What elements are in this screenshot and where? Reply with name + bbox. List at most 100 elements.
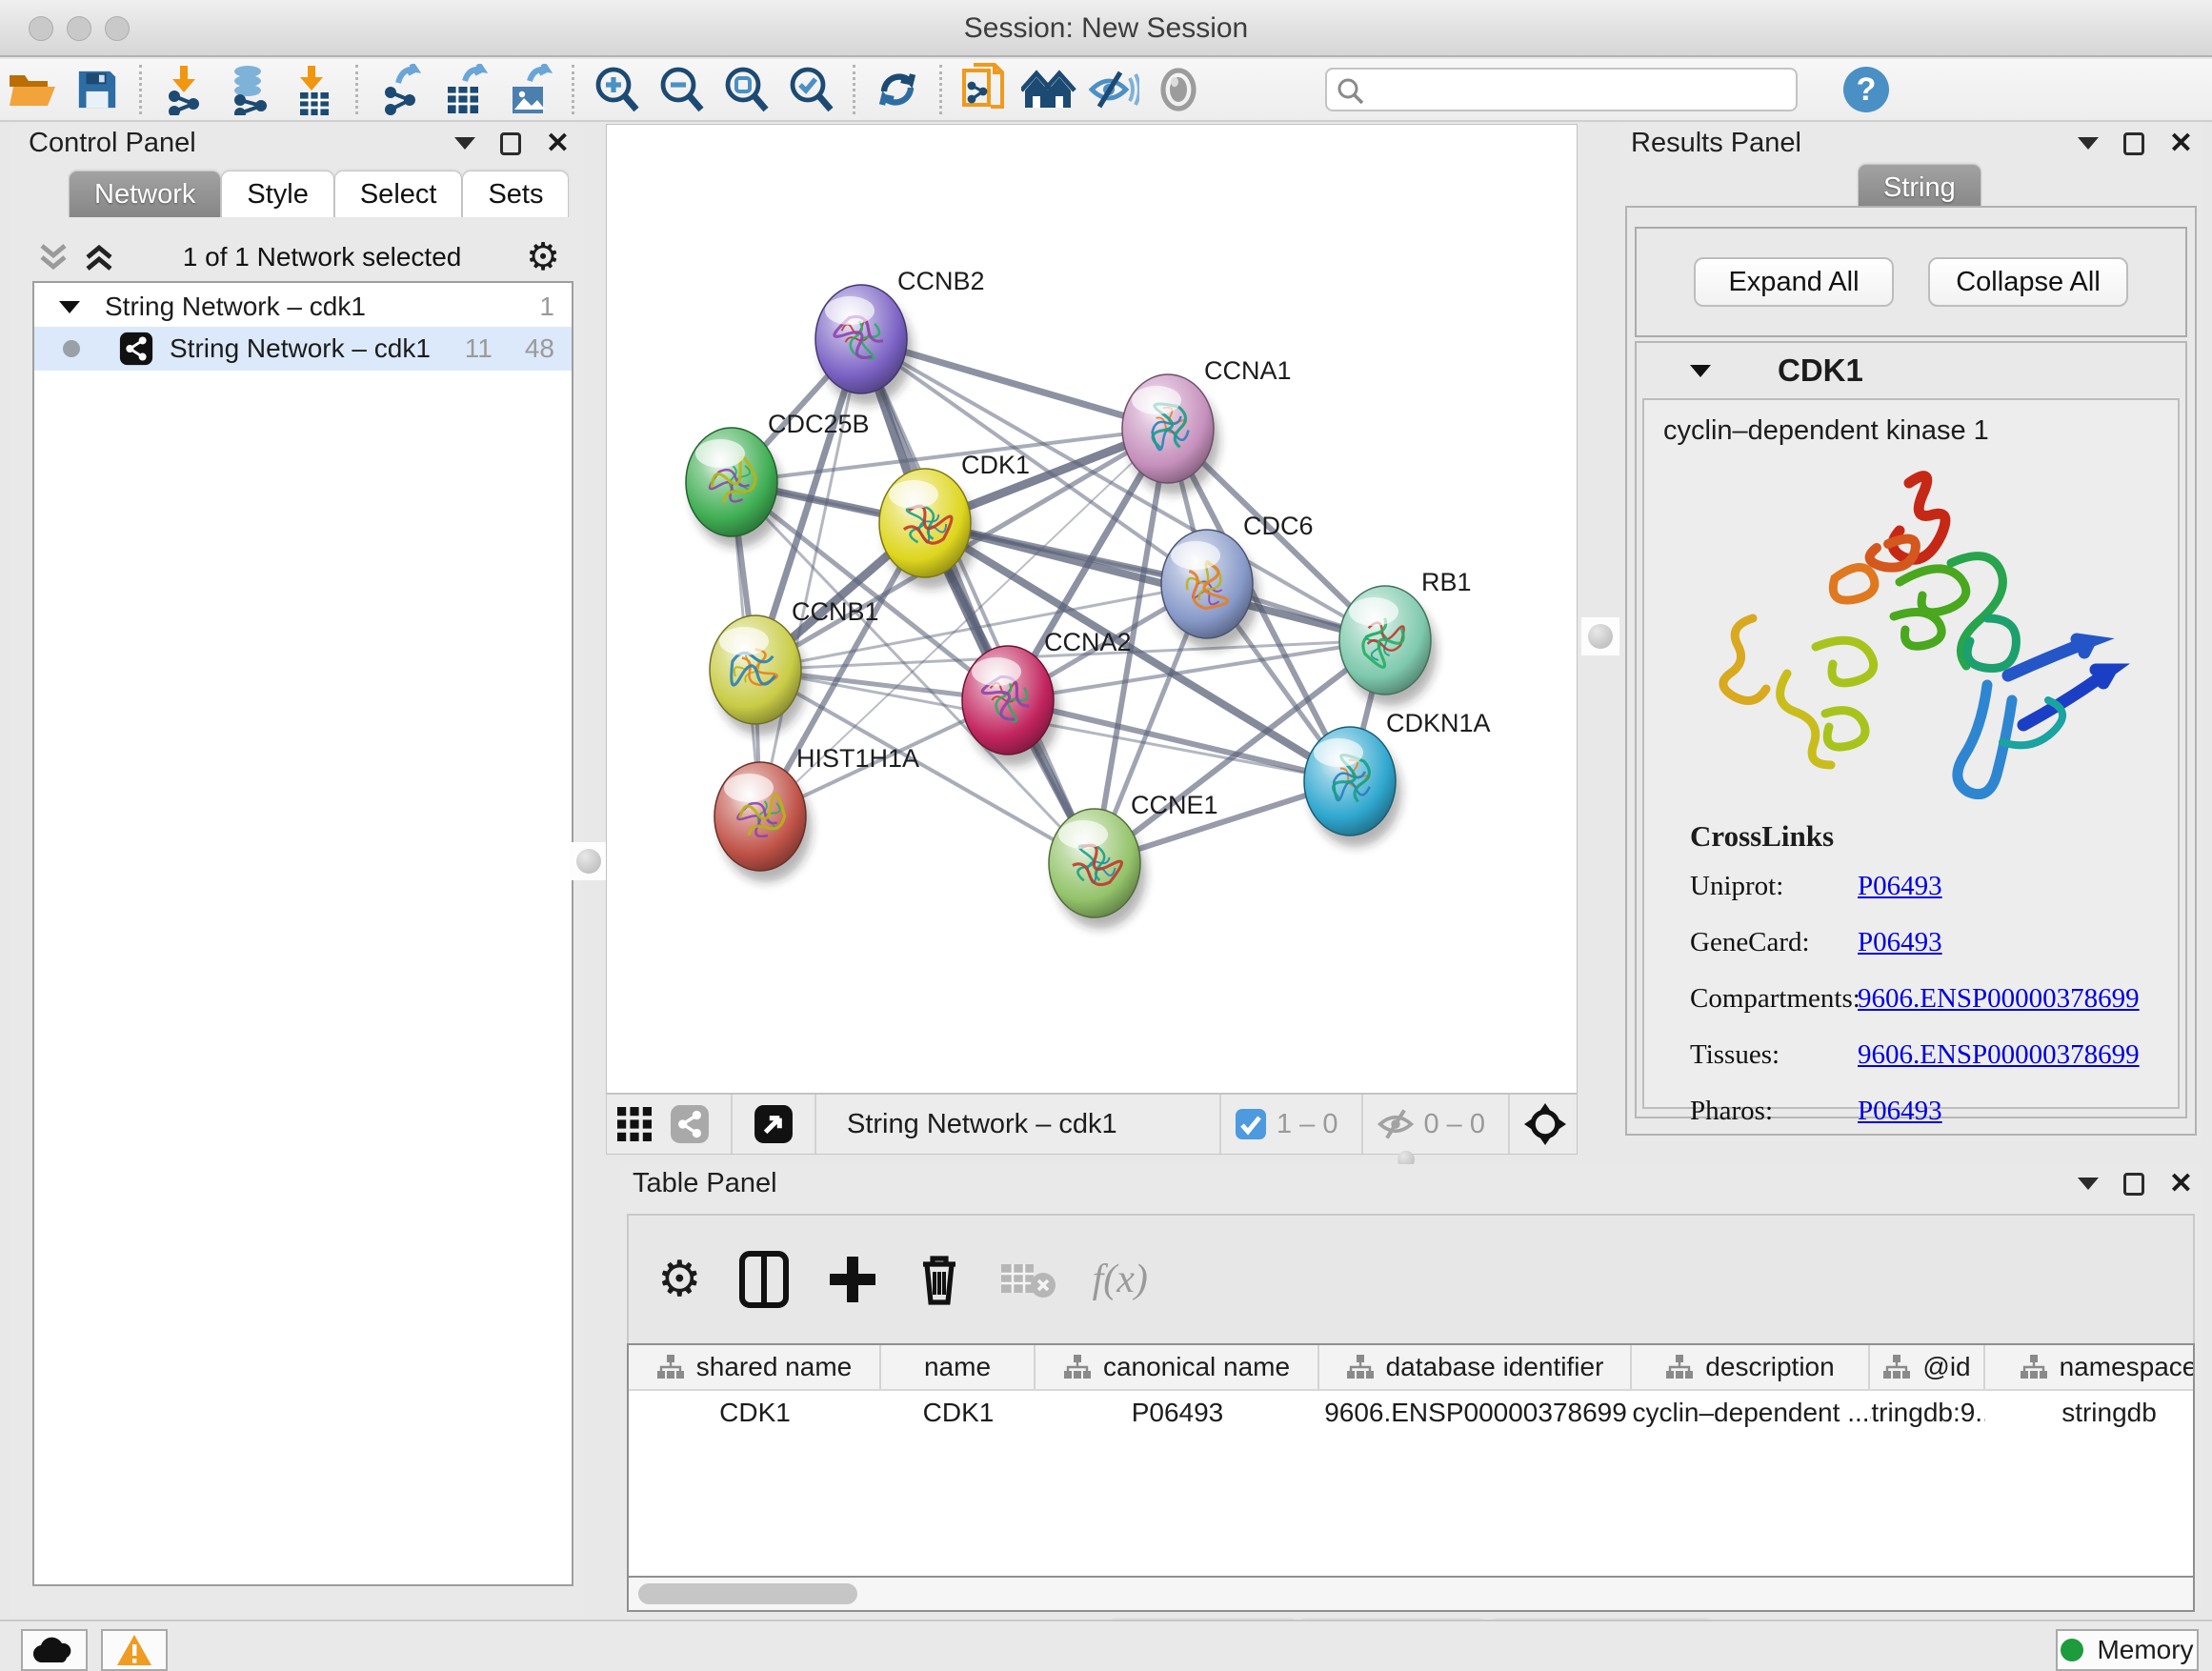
birdseye-view-button[interactable]: [746, 1096, 801, 1153]
save-session-button[interactable]: [65, 61, 130, 118]
selected-checkbox-icon[interactable]: [1235, 1108, 1267, 1140]
crosslink-link[interactable]: P06493: [1858, 871, 1942, 902]
tab-network[interactable]: Network: [69, 171, 221, 217]
column-header-description[interactable]: description: [1632, 1345, 1870, 1389]
tab-sets[interactable]: Sets: [462, 171, 569, 217]
column-header-@id[interactable]: @id: [1870, 1345, 1985, 1389]
float-panel-icon[interactable]: [2123, 1173, 2144, 1196]
node-CDKN1A[interactable]: CDKN1A: [1304, 709, 1491, 847]
network-view-mode-button[interactable]: [662, 1096, 717, 1153]
import-table-from-file-button[interactable]: [281, 61, 346, 118]
table-header-row: shared namenamecanonical namedatabase id…: [629, 1345, 2193, 1391]
expand-all-icon[interactable]: [80, 240, 118, 274]
node-table[interactable]: shared namenamecanonical namedatabase id…: [627, 1343, 2195, 1578]
hidden-eye-icon[interactable]: [1377, 1108, 1415, 1140]
left-splitter-handle[interactable]: [570, 842, 608, 880]
highlight-neighbors-button[interactable]: [1146, 61, 1211, 118]
export-image-button[interactable]: [497, 61, 562, 118]
node-HIST1H1A[interactable]: HIST1H1A: [714, 744, 919, 882]
crosslink-link[interactable]: 9606.ENSP00000378699: [1858, 983, 2140, 1015]
table-cell[interactable]: stringdb:9...: [1870, 1391, 1985, 1435]
table-cell[interactable]: 9606.ENSP00000378699: [1319, 1391, 1632, 1435]
zoom-fit-content-button[interactable]: [714, 61, 778, 118]
panel-menu-icon[interactable]: [2078, 137, 2099, 150]
tab-string[interactable]: String: [1858, 164, 1981, 211]
close-panel-icon[interactable]: ✕: [2169, 1170, 2193, 1198]
gene-collapse-icon[interactable]: [1690, 365, 1711, 377]
export-network-button[interactable]: [368, 61, 432, 118]
node-CCNE1[interactable]: CCNE1: [1049, 791, 1218, 929]
crosslink-row: GeneCard:P06493: [1690, 927, 2140, 958]
network-view-title: String Network – cdk1: [847, 1109, 1206, 1140]
network-canvas[interactable]: CCNB2CCNA1CDC25BCDK1CDC6RB1CCNB1CCNA2CDK…: [606, 124, 1578, 1094]
help-icon: ?: [1840, 64, 1892, 115]
cloud-status-button[interactable]: [21, 1629, 88, 1671]
column-header-shared-name[interactable]: shared name: [629, 1345, 881, 1389]
node-CCNA1[interactable]: CCNA1: [1122, 356, 1292, 494]
search-input[interactable]: [1325, 68, 1798, 111]
import-network-from-file-button[interactable]: [151, 61, 216, 118]
open-session-button[interactable]: [0, 61, 65, 118]
collection-expand-icon[interactable]: [59, 301, 80, 313]
node-CDK1[interactable]: CDK1: [879, 451, 1030, 589]
zoom-out-button[interactable]: [649, 61, 714, 118]
show-hide-graphics-details-button[interactable]: [1081, 61, 1146, 118]
help-button[interactable]: ?: [1834, 61, 1899, 118]
show-starter-panel-button[interactable]: [1016, 61, 1081, 118]
grid-view-button[interactable]: [607, 1096, 662, 1153]
network-options-gear-icon[interactable]: ⚙: [526, 238, 560, 276]
table-options-gear-icon[interactable]: ⚙: [657, 1255, 702, 1304]
close-panel-icon[interactable]: ✕: [2169, 130, 2193, 158]
apply-preferred-layout-button[interactable]: [865, 61, 930, 118]
network-collection-row[interactable]: String Network – cdk1 1: [34, 283, 572, 327]
add-column-icon[interactable]: [826, 1253, 879, 1306]
export-table-button[interactable]: [432, 61, 497, 118]
column-header-canonical-name[interactable]: canonical name: [1036, 1345, 1319, 1389]
panel-menu-icon[interactable]: [454, 137, 475, 150]
clone-network-button[interactable]: [952, 61, 1016, 118]
node-RB1[interactable]: RB1: [1339, 568, 1472, 706]
float-panel-icon[interactable]: [500, 132, 521, 155]
float-panel-icon[interactable]: [2123, 132, 2144, 155]
node-CDC25B[interactable]: CDC25B: [686, 410, 870, 548]
delete-column-icon[interactable]: [915, 1251, 963, 1308]
show-columns-icon[interactable]: [738, 1250, 790, 1309]
node-CCNB2[interactable]: CCNB2: [815, 267, 985, 405]
node-CDC6[interactable]: CDC6: [1161, 512, 1314, 650]
network-tree: String Network – cdk1 1 String Network –…: [32, 281, 573, 1586]
zoom-selected-button[interactable]: [778, 61, 843, 118]
table-data-row[interactable]: CDK1CDK1P064939606.ENSP00000378699cyclin…: [629, 1391, 2193, 1435]
table-cell[interactable]: CDK1: [629, 1391, 881, 1435]
memory-button[interactable]: Memory: [2056, 1629, 2199, 1671]
column-header-name[interactable]: name: [881, 1345, 1036, 1389]
import-network-from-database-button[interactable]: [216, 61, 281, 118]
copy-network-document-icon: [960, 63, 1008, 116]
table-cell[interactable]: cyclin–dependent ...: [1632, 1391, 1870, 1435]
collapse-all-button[interactable]: Collapse All: [1928, 257, 2128, 307]
zoom-in-button[interactable]: [584, 61, 649, 118]
table-cell[interactable]: stringdb: [1985, 1391, 2195, 1435]
expand-all-button[interactable]: Expand All: [1694, 257, 1894, 307]
save-floppy-icon: [75, 68, 119, 111]
panel-menu-icon[interactable]: [2078, 1178, 2099, 1190]
crosslink-link[interactable]: 9606.ENSP00000378699: [1858, 1039, 2140, 1071]
navigate-crosshair-icon[interactable]: [1523, 1102, 1567, 1146]
gene-details: cyclin–dependent kinase 1: [1642, 398, 2180, 1109]
tab-select[interactable]: Select: [334, 171, 463, 217]
crosslink-link[interactable]: P06493: [1858, 1096, 1942, 1127]
table-cell[interactable]: CDK1: [881, 1391, 1036, 1435]
crosslink-link[interactable]: P06493: [1858, 927, 1942, 958]
warnings-button[interactable]: [101, 1629, 168, 1671]
network-row[interactable]: String Network – cdk1 11 48: [34, 327, 572, 371]
edge-CDK1-RB1[interactable]: [925, 523, 1385, 640]
column-header-namespace[interactable]: namespace: [1985, 1345, 2195, 1389]
string-network-icon: [118, 331, 154, 367]
column-header-database-identifier[interactable]: database identifier: [1319, 1345, 1632, 1389]
tab-style[interactable]: Style: [221, 171, 333, 217]
right-splitter-handle[interactable]: [1581, 617, 1619, 655]
gene-section-header[interactable]: CDK1: [1637, 343, 2185, 398]
table-cell[interactable]: P06493: [1036, 1391, 1319, 1435]
collapse-all-icon[interactable]: [34, 240, 72, 274]
close-panel-icon[interactable]: ✕: [546, 130, 570, 158]
toolbar-divider: [1508, 1095, 1510, 1154]
